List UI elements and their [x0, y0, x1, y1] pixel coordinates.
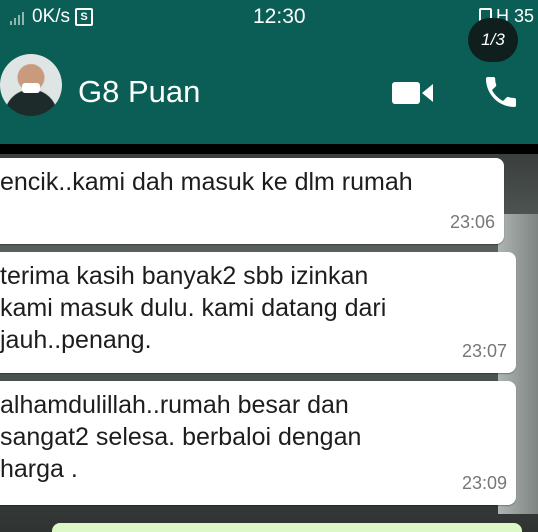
status-left: 0K/s S [10, 6, 94, 28]
message-bubble[interactable]: encik..kami dah masuk ke dlm rumah 23:06 [0, 158, 504, 244]
chat-header: G8 Puan [0, 36, 538, 144]
signal-icon [10, 9, 24, 25]
message-time: 23:06 [449, 212, 495, 232]
message-bubble[interactable]: terima kasih banyak2 sbb izinkan kami ma… [0, 252, 516, 373]
face-mask [22, 83, 40, 93]
message-time: 23:07 [461, 341, 507, 361]
chat-area[interactable]: encik..kami dah masuk ke dlm rumah 23:06… [0, 154, 538, 532]
phone-call-icon[interactable] [480, 72, 522, 112]
status-time: 12:30 [253, 5, 306, 28]
contact-name[interactable]: G8 Puan [78, 74, 200, 110]
message-bubble[interactable]: alhamdulillah..rumah besar dan sangat2 s… [0, 381, 516, 505]
message-text: terima kasih banyak2 sbb izinkan kami ma… [0, 262, 387, 354]
message-text: encik..kami dah masuk ke dlm rumah [0, 168, 413, 196]
avatar[interactable] [0, 54, 62, 116]
video-call-icon[interactable] [392, 80, 434, 106]
message-time: 23:09 [461, 473, 507, 493]
header-divider [0, 144, 538, 154]
status-bar: 0K/s S 12:30 H 35 [0, 0, 538, 36]
message-text: alhamdulillah..rumah besar dan sangat2 s… [0, 391, 362, 483]
app-notification-icon: S [75, 8, 94, 26]
network-speed: 0K/s [32, 6, 71, 27]
outgoing-message-bubble[interactable] [52, 523, 522, 532]
page-counter: 1/3 [468, 18, 518, 62]
